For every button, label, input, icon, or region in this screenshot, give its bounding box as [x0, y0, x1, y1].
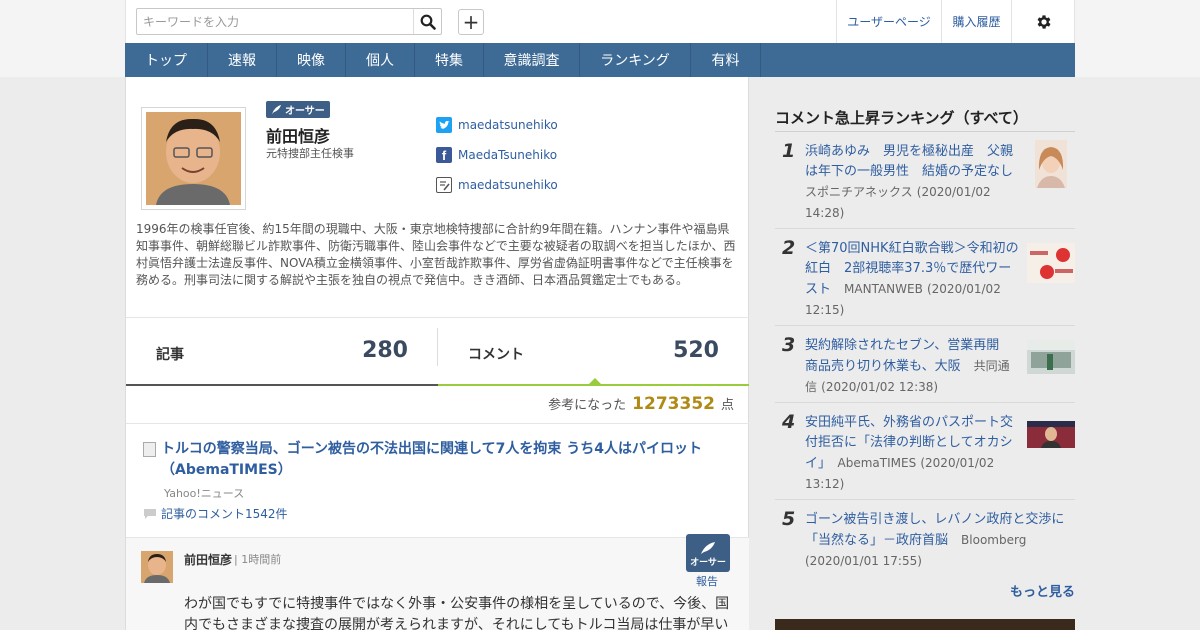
ranking-number: 1	[782, 140, 796, 162]
nav-item-survey[interactable]: 意識調査	[484, 43, 580, 77]
add-button[interactable]: +	[458, 9, 484, 35]
twitter-icon	[436, 117, 452, 133]
report-link[interactable]: 報告	[696, 573, 718, 589]
article-title-link[interactable]: トルコの警察当局、ゴーン被告の不法出国に関連して7人を拘束 うち4人はパイロット…	[161, 439, 736, 481]
ranking-source: MANTANWEB	[844, 282, 923, 296]
main-column: オーサー 前田恒彦 元特捜部主任検事 maedatsunehiko f Maed…	[125, 77, 749, 630]
profile-name: 前田恒彦	[266, 127, 331, 146]
comment-body: わが国でもすでに特捜事件ではなく外事・公安事件の様相を呈しているので、今後、国内…	[184, 596, 730, 630]
gear-icon	[1037, 14, 1051, 29]
nav-item-feature[interactable]: 特集	[415, 43, 484, 77]
profile-title: 元特捜部主任検事	[266, 147, 354, 160]
ranking-number: 4	[782, 411, 796, 433]
stats-tabs: 記事 280 コメント 520	[126, 317, 749, 386]
articles-count: 280	[362, 338, 408, 363]
sidebar-banner	[775, 619, 1075, 630]
nav-item-breaking[interactable]: 速報	[208, 43, 277, 77]
blog-icon	[436, 177, 452, 193]
active-tab-caret	[589, 378, 601, 384]
blog-link[interactable]: maedatsunehiko	[436, 176, 558, 194]
comment-owner-badge: オーサー	[686, 534, 730, 572]
comment-item: 前田恒彦 | 1時間前 オーサー 報告 わが国でもすでに特捜事件ではなく外事・公…	[126, 534, 749, 630]
profile-avatar	[141, 107, 246, 210]
ranking-number: 5	[782, 508, 796, 530]
ranking-number: 2	[782, 237, 796, 259]
ranking-date: (2020/01/01 17:55)	[805, 554, 922, 568]
search-input[interactable]	[137, 9, 417, 34]
comment-avatar	[141, 551, 173, 583]
ranking-number: 3	[782, 334, 796, 356]
owner-badge-label: オーサー	[285, 106, 325, 117]
ranking-text: 安田純平氏、外務省のパスポート交付拒否に「法律の判断としてオカシイ」 Abema…	[805, 413, 1020, 495]
ranking-thumbnail	[1035, 140, 1067, 188]
comment-bubble-icon	[144, 508, 156, 519]
feather-icon	[271, 104, 282, 115]
ranking-item[interactable]: 3 契約解除されたセブン、営業再開 商品売り切り休業も、大阪 共同通信 (202…	[775, 326, 1075, 403]
ranking-text: 浜崎あゆみ 男児を極秘出産 父親は年下の一般男性 結婚の予定なし スポニチアネッ…	[805, 142, 1020, 224]
sidebar: コメント急上昇ランキング（すべて） 1 浜崎あゆみ 男児を極秘出産 父親は年下の…	[775, 77, 1075, 630]
search-button[interactable]	[413, 9, 441, 34]
header: + ユーザーページ 購入履歴	[125, 0, 1075, 43]
purchase-history-link[interactable]: 購入履歴	[941, 0, 1011, 43]
ranking-text: 契約解除されたセブン、営業再開 商品売り切り休業も、大阪 共同通信 (2020/…	[805, 336, 1020, 398]
twitter-link[interactable]: maedatsunehiko	[436, 116, 558, 134]
comment-time-value: 1時間前	[241, 553, 282, 566]
ranking-item[interactable]: 5 ゴーン被告引き渡し、レバノン政府と交渉に「当然なる」－政府首脳 Bloomb…	[775, 500, 1075, 577]
ranking-source: Bloomberg	[961, 533, 1027, 547]
ranking-item[interactable]: 1 浜崎あゆみ 男児を極秘出産 父親は年下の一般男性 結婚の予定なし スポニチア…	[775, 132, 1075, 229]
tab-articles[interactable]: 記事 280	[126, 318, 438, 386]
nav-item-top[interactable]: トップ	[125, 43, 208, 77]
ranking-thumbnail	[1027, 421, 1075, 448]
helpful-score: 参考になった 1273352 点	[548, 394, 734, 414]
article-comments-label: 記事のコメント1542件	[161, 507, 288, 521]
ranking-thumbnail	[1027, 243, 1075, 283]
comments-label: コメント	[468, 347, 524, 363]
ranking-title[interactable]: 浜崎あゆみ 男児を極秘出産 父親は年下の一般男性 結婚の予定なし	[805, 144, 1013, 179]
facebook-link[interactable]: f MaedaTsunehiko	[436, 146, 557, 164]
blog-handle: maedatsunehiko	[458, 178, 558, 192]
helpful-unit: 点	[720, 398, 734, 413]
article-source: Yahoo!ニュース	[164, 487, 245, 500]
settings-button[interactable]	[1011, 0, 1075, 43]
search-box	[136, 8, 442, 35]
facebook-icon: f	[436, 147, 452, 163]
articles-label: 記事	[156, 347, 184, 363]
comment-author[interactable]: 前田恒彦	[184, 551, 232, 568]
ranking-source: スポニチアネックス	[805, 185, 913, 199]
ranking-item[interactable]: 2 ＜第70回NHK紅白歌合戦＞令和初の紅白 2部視聴率37.3％で歴代ワースト…	[775, 229, 1075, 326]
ranking-heading: コメント急上昇ランキング（すべて）	[775, 109, 1028, 127]
comment-time: | 1時間前	[234, 553, 282, 566]
nav-item-paid[interactable]: 有料	[691, 43, 761, 77]
profile-bio: 1996年の検事任官後、約15年間の現職中、大阪・東京地検特捜部に合計約9年間在…	[136, 222, 736, 287]
comments-count: 520	[673, 338, 719, 363]
ranking-source: AbemaTIMES	[837, 456, 917, 470]
ranking-text: ＜第70回NHK紅白歌合戦＞令和初の紅白 2部視聴率37.3％で歴代ワースト M…	[805, 239, 1020, 321]
ranking-date: (2020/01/02 12:38)	[821, 380, 939, 394]
divider	[126, 423, 749, 424]
article-icon	[143, 442, 156, 457]
facebook-handle: MaedaTsunehiko	[458, 148, 558, 162]
helpful-label: 参考になった	[548, 398, 627, 413]
nav-item-ranking[interactable]: ランキング	[580, 43, 691, 77]
owner-badge: オーサー	[266, 101, 330, 118]
tab-comments[interactable]: コメント 520	[438, 318, 749, 386]
ranking-item[interactable]: 4 安田純平氏、外務省のパスポート交付拒否に「法律の判断としてオカシイ」 Abe…	[775, 403, 1075, 500]
global-nav: トップ 速報 映像 個人 特集 意識調査 ランキング 有料	[125, 43, 1075, 77]
ranking-thumbnail	[1027, 340, 1075, 374]
twitter-handle: maedatsunehiko	[458, 118, 558, 132]
helpful-points: 1273352	[632, 394, 715, 414]
article-comments-link[interactable]: 記事のコメント1542件	[143, 505, 288, 522]
nav-item-video[interactable]: 映像	[277, 43, 346, 77]
plus-icon: +	[462, 10, 480, 34]
more-link[interactable]: もっと見る	[1010, 581, 1075, 600]
comment-badge-label: オーサー	[690, 558, 726, 568]
nav-item-individual[interactable]: 個人	[346, 43, 415, 77]
ranking-text: ゴーン被告引き渡し、レバノン政府と交渉に「当然なる」－政府首脳 Bloomber…	[805, 510, 1070, 572]
feather-icon	[701, 542, 715, 554]
search-icon	[420, 14, 436, 30]
user-page-link[interactable]: ユーザーページ	[836, 0, 941, 43]
